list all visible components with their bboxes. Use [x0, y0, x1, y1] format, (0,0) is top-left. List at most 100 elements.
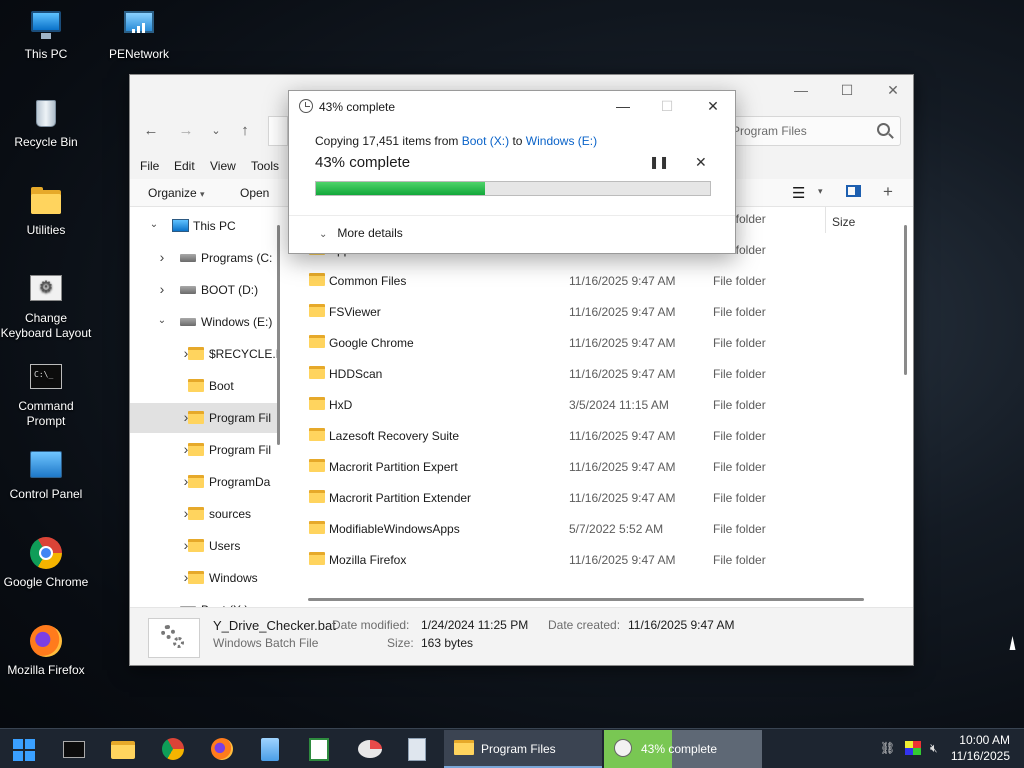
- folder-icon: [188, 539, 204, 552]
- nav-tree-item[interactable]: ⌄ Windows (E:): [130, 307, 278, 337]
- desktop-icon-command-prompt[interactable]: C:\_ Command Prompt: [0, 360, 92, 429]
- source-link[interactable]: Boot (X:): [462, 134, 509, 148]
- tray-color-app-icon[interactable]: [905, 741, 921, 755]
- chevron-down-icon[interactable]: ⌄: [156, 315, 168, 326]
- cancel-copy-icon[interactable]: ✕: [695, 154, 707, 171]
- destination-link[interactable]: Windows (E:): [526, 134, 597, 148]
- chevron-down-icon[interactable]: ⌄: [148, 219, 160, 230]
- desktop-icon-this-pc[interactable]: This PC: [0, 8, 92, 62]
- taskbar-calculator[interactable]: [399, 733, 435, 765]
- back-button[interactable]: ←: [138, 119, 164, 143]
- close-button[interactable]: ✕: [870, 75, 916, 105]
- desktop-icon-label: This PC: [24, 47, 68, 61]
- file-row[interactable]: Macrorit Partition Expert 11/16/2025 9:47…: [290, 451, 890, 482]
- taskbar-notepad[interactable]: [252, 733, 288, 765]
- organize-button[interactable]: Organize ▾: [148, 186, 205, 200]
- file-row[interactable]: Lazesoft Recovery Suite 11/16/2025 9:47 A…: [290, 420, 890, 451]
- minimize-button[interactable]: —: [601, 91, 645, 121]
- horizontal-scrollbar[interactable]: [308, 598, 864, 601]
- minimize-button[interactable]: —: [778, 75, 824, 105]
- menu-view[interactable]: View: [210, 159, 236, 173]
- nav-tree-item[interactable]: Boot: [130, 371, 278, 401]
- divider: [289, 215, 735, 216]
- nav-tree-item[interactable]: › sources: [130, 499, 278, 529]
- nav-tree-item[interactable]: ⌄ This PC: [130, 211, 278, 241]
- nav-tree-item[interactable]: › BOOT (D:): [130, 275, 278, 305]
- file-type: File folder: [713, 398, 766, 412]
- file-row[interactable]: Macrorit Partition Extender 11/16/2025 9:…: [290, 482, 890, 513]
- volume-muted-icon[interactable]: 🔇︎: [930, 741, 946, 755]
- close-button[interactable]: ✕: [691, 91, 735, 121]
- desktop-icon-penetwork[interactable]: PENetwork: [93, 8, 185, 62]
- nav-tree-item[interactable]: › $RECYCLE.B: [130, 339, 278, 369]
- nav-tree-label: $RECYCLE.B: [209, 347, 278, 361]
- start-button[interactable]: [6, 733, 42, 765]
- navigation-scrollbar[interactable]: [277, 225, 280, 445]
- nav-tree-item[interactable]: › Program Fil: [130, 435, 278, 465]
- nav-tree-item[interactable]: › ProgramDa: [130, 467, 278, 497]
- desktop-icon-control-panel[interactable]: Control Panel: [0, 448, 92, 502]
- view-options-icon[interactable]: ☰: [792, 184, 805, 202]
- address-bar[interactable]: [268, 116, 288, 146]
- file-date-modified: 11/16/2025 9:47 AM: [569, 553, 676, 567]
- add-icon[interactable]: +: [883, 182, 893, 202]
- preview-pane-icon[interactable]: [846, 185, 861, 197]
- taskbar-spreadsheet-app[interactable]: [301, 733, 337, 765]
- desktop-icon-google-chrome[interactable]: Google Chrome: [0, 536, 92, 590]
- search-box[interactable]: h Program Files: [711, 116, 901, 146]
- nav-tree-label: Programs (C:: [201, 251, 273, 265]
- taskbar-window-program-files[interactable]: Program Files: [444, 730, 602, 768]
- chevron-right-icon[interactable]: ›: [156, 249, 168, 265]
- taskbar-window-copy-progress[interactable]: 43% complete: [604, 730, 762, 768]
- desktop-icon-recycle-bin[interactable]: Recycle Bin: [0, 96, 92, 150]
- nav-tree-item[interactable]: › Windows: [130, 563, 278, 593]
- details-filetype: Windows Batch File: [213, 636, 319, 650]
- file-row[interactable]: Google Chrome 11/16/2025 9:47 AM File fold…: [290, 327, 890, 358]
- nav-tree-item[interactable]: › Users: [130, 531, 278, 561]
- menu-tools[interactable]: Tools: [251, 159, 279, 173]
- tray-network-icon[interactable]: ⛓: [880, 741, 896, 755]
- vertical-scrollbar[interactable]: [904, 225, 907, 375]
- menu-edit[interactable]: Edit: [174, 159, 195, 173]
- taskbar-chrome[interactable]: [155, 733, 191, 765]
- desktop-icon-label: Utilities: [26, 223, 66, 237]
- pause-icon[interactable]: ❚❚: [649, 155, 669, 169]
- nav-tree-item[interactable]: › Programs (C:: [130, 243, 278, 273]
- chevron-down-icon[interactable]: ▾: [818, 186, 823, 197]
- nav-tree-item[interactable]: › Program Fil: [130, 403, 278, 433]
- desktop-icon-utilities[interactable]: Utilities: [0, 184, 92, 238]
- file-row[interactable]: Common Files 11/16/2025 9:47 AM File folde…: [290, 265, 890, 296]
- recent-locations-button[interactable]: ⌄: [203, 119, 229, 143]
- forward-button[interactable]: →: [173, 119, 199, 143]
- desktop-icon-mozilla-firefox[interactable]: Mozilla Firefox: [0, 624, 92, 678]
- file-row[interactable]: HDDScan 11/16/2025 9:47 AM File folder: [290, 358, 890, 389]
- nav-tree-item[interactable]: ›Boot (X:): [130, 595, 278, 607]
- file-row[interactable]: ModifiableWindowsApps 5/7/2022 5:52 AM Fil…: [290, 513, 890, 544]
- up-button[interactable]: ↑: [232, 119, 258, 143]
- file-type: File folder: [713, 522, 766, 536]
- file-date-modified: 11/16/2025 9:47 AM: [569, 305, 676, 319]
- folder-icon: [111, 741, 135, 759]
- taskbar-file-explorer[interactable]: [105, 733, 141, 765]
- folder-icon: [29, 184, 63, 218]
- desktop-icon-label: Recycle Bin: [14, 135, 78, 149]
- menu-file[interactable]: File: [140, 159, 159, 173]
- file-row[interactable]: FSViewer 11/16/2025 9:47 AM File folder: [290, 296, 890, 327]
- maximize-button[interactable]: ☐: [824, 75, 870, 105]
- chevron-right-icon[interactable]: ›: [156, 281, 168, 297]
- more-details-toggle[interactable]: ⌄ More details: [319, 226, 403, 240]
- taskbar-firefox[interactable]: [204, 733, 240, 765]
- chevron-down-icon: ⌄: [319, 229, 328, 240]
- nav-tree-label: sources: [209, 507, 252, 521]
- folder-icon: [309, 335, 325, 348]
- file-row[interactable]: HxD 3/5/2024 11:15 AM File folder: [290, 389, 890, 420]
- desktop-icon-keyboard-layout[interactable]: ⚙ Change Keyboard Layout: [0, 272, 92, 341]
- taskbar-command-prompt[interactable]: [56, 733, 92, 765]
- taskbar-disk-tool[interactable]: [352, 733, 388, 765]
- folder-icon: [188, 411, 204, 424]
- system-clock[interactable]: 10:00 AM 11/16/2025: [951, 732, 1010, 764]
- file-row[interactable]: Mozilla Firefox 11/16/2025 9:47 AM File fo…: [290, 544, 890, 575]
- folder-icon: [188, 571, 204, 584]
- recycle-bin-icon: [29, 96, 63, 130]
- open-button[interactable]: Open: [240, 186, 269, 200]
